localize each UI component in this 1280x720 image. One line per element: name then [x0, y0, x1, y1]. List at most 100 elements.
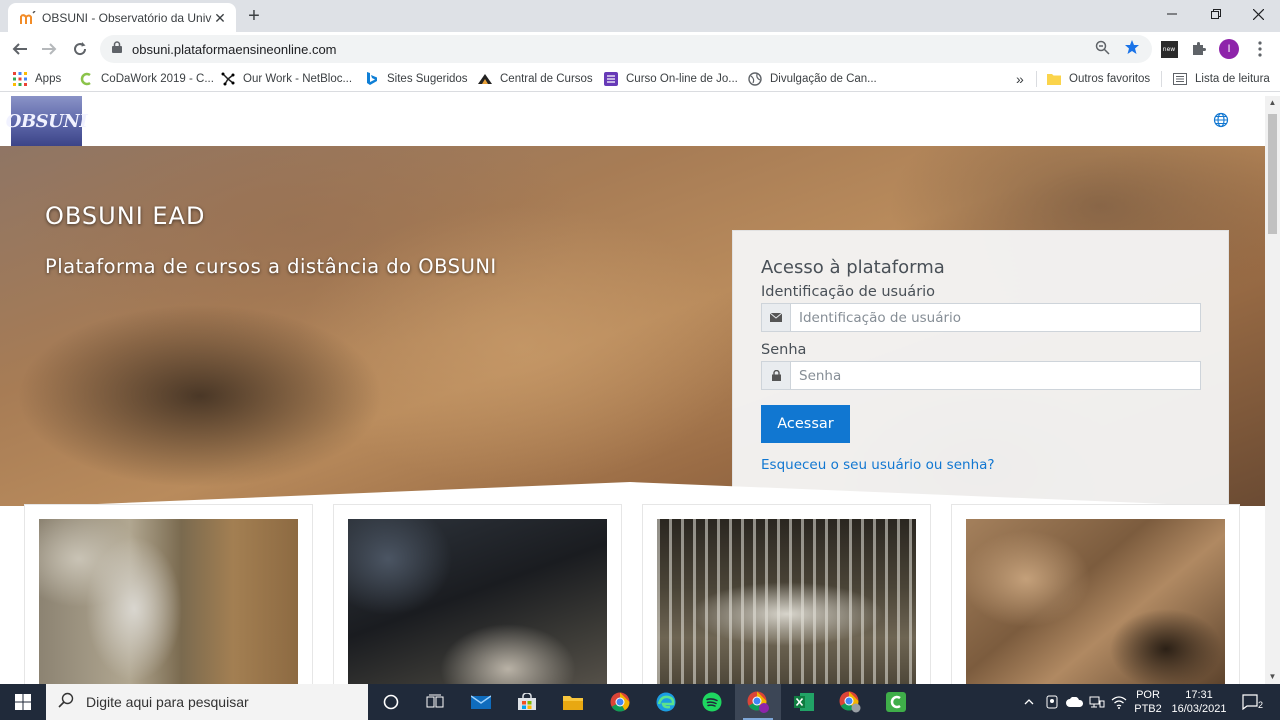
central-cursos-icon: [477, 71, 493, 87]
username-label: Identificação de usuário: [761, 284, 936, 300]
address-bar[interactable]: obsuni.plataformaensineonline.com: [100, 35, 1152, 63]
netblocks-network-icon: [220, 71, 236, 87]
course-card[interactable]: [24, 504, 313, 684]
login-panel: Acesso à plataforma Identificação de usu…: [732, 230, 1229, 508]
bookmark-star-icon[interactable]: [1123, 38, 1141, 56]
cortana-circle-icon[interactable]: [368, 684, 414, 720]
page-scrollbar[interactable]: ▲ ▼: [1265, 96, 1280, 684]
network-icon[interactable]: [1088, 684, 1106, 720]
camtasia-icon[interactable]: [873, 684, 919, 720]
padlock-icon: [762, 362, 791, 389]
clock-date: 16/03/2021: [1171, 703, 1227, 715]
bookmarks-overflow-button[interactable]: »: [1016, 70, 1024, 88]
bookmark-central-de-cursos[interactable]: Central de Cursos: [477, 70, 593, 88]
mail-icon[interactable]: [458, 684, 504, 720]
close-tab-icon[interactable]: ✕: [212, 10, 228, 26]
bookmark-apps[interactable]: Apps: [12, 70, 61, 88]
site-navbar: OBSUNI: [0, 96, 1265, 146]
lock-icon[interactable]: [112, 40, 122, 58]
wifi-icon[interactable]: [1110, 684, 1128, 720]
onedrive-cloud-icon[interactable]: [1065, 684, 1085, 720]
bookmark-codawork[interactable]: CoDaWork 2019 - C...: [78, 70, 214, 88]
bookmark-divulgacao[interactable]: Divulgação de Can...: [747, 70, 877, 88]
folder-icon: [1046, 71, 1062, 87]
username-input[interactable]: [791, 304, 1200, 331]
file-explorer-icon[interactable]: [550, 684, 596, 720]
new-tab-icon[interactable]: +: [244, 6, 264, 26]
bookmark-label: Outros favoritos: [1069, 73, 1151, 85]
bookmarks-divider: [1036, 71, 1037, 87]
bing-icon: [364, 71, 380, 87]
globe-icon: [747, 71, 763, 87]
reload-icon[interactable]: [68, 37, 92, 61]
scroll-down-arrow-icon[interactable]: ▼: [1265, 670, 1280, 684]
tray-overflow-chevron-icon[interactable]: [1020, 684, 1038, 720]
close-window-icon[interactable]: [1236, 0, 1280, 28]
forward-arrow-icon[interactable]: [37, 37, 61, 61]
language-secondary: PTB2: [1134, 703, 1162, 715]
extension-new-icon[interactable]: new: [1159, 39, 1179, 59]
language-globe-icon[interactable]: [1213, 112, 1231, 130]
browser-toolbar: obsuni.plataformaensineonline.com new I: [0, 32, 1280, 66]
windows-start-icon[interactable]: [0, 684, 46, 720]
hero-banner: OBSUNI EAD Plataforma de cursos a distân…: [0, 146, 1265, 508]
course-card-image[interactable]: [39, 519, 298, 684]
apps-grid-icon: [12, 71, 28, 87]
bookmark-label: CoDaWork 2019 - C...: [101, 73, 214, 85]
tab-title: OBSUNI - Observatório da Unive: [42, 10, 212, 25]
task-view-icon[interactable]: [412, 684, 458, 720]
chrome-active-profile-icon[interactable]: [735, 684, 781, 720]
language-primary: POR: [1136, 689, 1160, 701]
bookmark-curso-online[interactable]: Curso On-line de Jo...: [603, 70, 738, 88]
notification-center-icon[interactable]: 2: [1236, 684, 1266, 720]
zoom-icon[interactable]: [1093, 38, 1111, 56]
forgot-credentials-link[interactable]: Esqueceu o seu usuário ou senha?: [761, 457, 1200, 473]
bookmark-label: Our Work - NetBloc...: [243, 73, 353, 85]
browser-tab[interactable]: OBSUNI - Observatório da Unive ✕: [8, 3, 236, 32]
reading-list-button[interactable]: Lista de leitura: [1172, 70, 1270, 88]
chrome-icon[interactable]: [597, 684, 643, 720]
bookmarks-divider: [1161, 71, 1162, 87]
login-submit-button[interactable]: Acessar: [761, 405, 850, 443]
back-arrow-icon[interactable]: [8, 37, 32, 61]
language-indicator[interactable]: POR PTB2: [1131, 684, 1165, 720]
codawork-c-icon: [78, 71, 94, 87]
clock-time: 17:31: [1185, 689, 1213, 701]
taskbar-search-box[interactable]: Digite aqui para pesquisar: [46, 684, 368, 720]
bookmarks-bar: Apps CoDaWork 2019 - C... Our Work - Net…: [0, 66, 1280, 92]
spotify-icon[interactable]: [689, 684, 735, 720]
password-input[interactable]: [791, 362, 1200, 389]
form-list-icon: [603, 71, 619, 87]
taskbar-search-placeholder: Digite aqui para pesquisar: [86, 694, 249, 710]
browser-menu-icon[interactable]: [1250, 39, 1270, 59]
notification-count: 2: [1257, 700, 1263, 710]
profile-avatar[interactable]: I: [1219, 39, 1239, 59]
course-card[interactable]: [333, 504, 622, 684]
restore-window-icon[interactable]: [1194, 0, 1238, 28]
course-card[interactable]: [642, 504, 931, 684]
store-icon[interactable]: [504, 684, 550, 720]
bookmark-label: Apps: [35, 73, 62, 85]
extensions-puzzle-icon[interactable]: [1189, 39, 1209, 59]
site-logo[interactable]: OBSUNI: [6, 96, 88, 146]
scroll-up-arrow-icon[interactable]: ▲: [1265, 96, 1280, 110]
meet-now-icon[interactable]: [1043, 684, 1061, 720]
scroll-thumb[interactable]: [1268, 114, 1277, 234]
login-title: Acesso à plataforma: [761, 257, 945, 278]
bookmark-sites-sugeridos[interactable]: Sites Sugeridos: [364, 70, 468, 88]
course-card-image[interactable]: [657, 519, 916, 684]
clock[interactable]: 17:31 16/03/2021: [1168, 684, 1230, 720]
course-card-image[interactable]: [348, 519, 607, 684]
bookmark-label: Central de Cursos: [500, 73, 593, 85]
course-card-image[interactable]: [966, 519, 1225, 684]
windows-taskbar: Digite aqui para pesquisar POR PTB2 17:3…: [0, 684, 1280, 720]
envelope-icon: [762, 304, 791, 331]
chrome-secondary-icon[interactable]: [827, 684, 873, 720]
bookmark-other-favorites[interactable]: Outros favoritos: [1046, 70, 1150, 88]
search-icon: [58, 692, 74, 713]
edge-icon[interactable]: [643, 684, 689, 720]
bookmark-netblocks[interactable]: Our Work - NetBloc...: [220, 70, 352, 88]
minimize-window-icon[interactable]: [1150, 0, 1194, 28]
excel-icon[interactable]: [781, 684, 827, 720]
course-card[interactable]: [951, 504, 1240, 684]
